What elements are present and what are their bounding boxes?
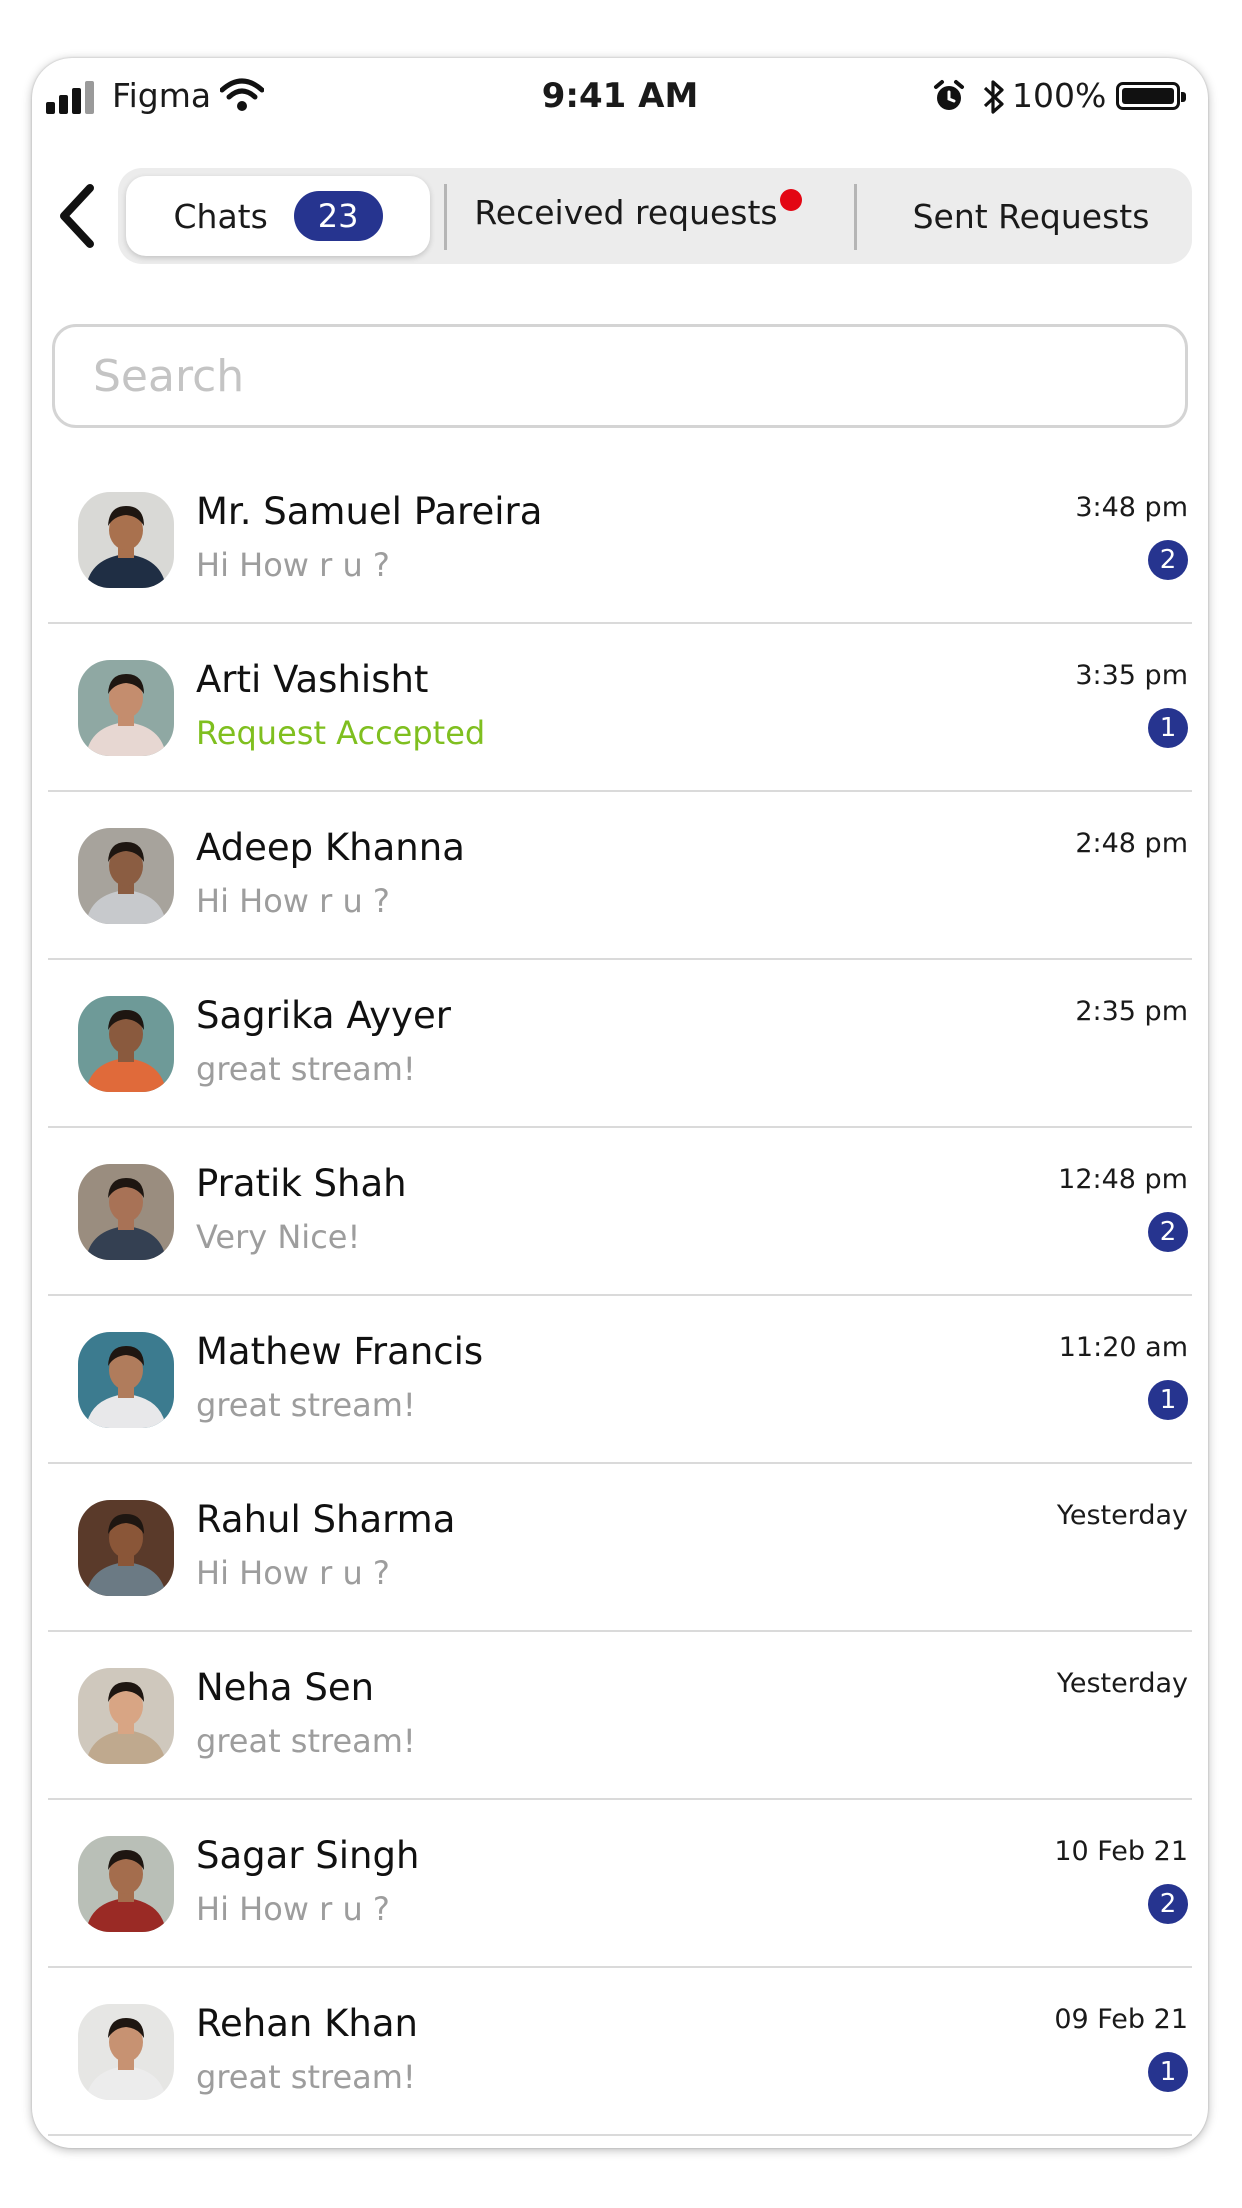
contact-name: Sagrika Ayyer: [196, 994, 451, 1037]
last-message: Request Accepted: [196, 714, 486, 752]
chat-row[interactable]: Rehan Khan great stream! 09 Feb 21 1: [48, 1968, 1192, 2136]
tab-sent-label: Sent Requests: [912, 196, 1150, 236]
message-time: 12:48 pm: [1058, 1164, 1188, 1195]
avatar: [78, 492, 174, 588]
message-time: 11:20 am: [1058, 1332, 1188, 1363]
avatar: [78, 1668, 174, 1764]
notification-dot: [779, 189, 802, 211]
last-message: Very Nice!: [196, 1218, 361, 1256]
chats-count-badge: 23: [293, 191, 383, 241]
message-time: 2:48 pm: [1075, 828, 1188, 859]
tab-bar: Chats 23 Received requests Sent Requests: [118, 168, 1192, 264]
message-time: 09 Feb 21: [1054, 2004, 1188, 2035]
contact-name: Rahul Sharma: [196, 1498, 456, 1541]
avatar: [78, 1836, 174, 1932]
avatar: [78, 660, 174, 756]
message-time: 3:35 pm: [1075, 660, 1188, 691]
message-time: 3:48 pm: [1075, 492, 1188, 523]
avatar: [78, 2004, 174, 2100]
chat-row[interactable]: Pratik Shah Very Nice! 12:48 pm 2: [48, 1128, 1192, 1296]
contact-name: Rehan Khan: [196, 2002, 418, 2045]
unread-count-badge: 2: [1148, 1884, 1188, 1924]
battery-icon: [1116, 82, 1186, 110]
bluetooth-icon: [983, 80, 1004, 114]
unread-count-badge: 1: [1148, 1380, 1188, 1420]
search-box: [52, 324, 1188, 428]
message-time: 10 Feb 21: [1054, 1836, 1188, 1867]
search-input[interactable]: [55, 327, 1185, 425]
chat-row[interactable]: Mathew Francis great stream! 11:20 am 1: [48, 1296, 1192, 1464]
last-message: great stream!: [196, 1050, 416, 1088]
last-message: Hi How r u ?: [196, 546, 390, 584]
chat-list: Mr. Samuel Pareira Hi How r u ? 3:48 pm …: [48, 456, 1192, 2136]
contact-name: Neha Sen: [196, 1666, 375, 1709]
unread-count-badge: 1: [1148, 2052, 1188, 2092]
message-time: Yesterday: [1056, 1668, 1188, 1699]
chat-row[interactable]: Arti Vashisht Request Accepted 3:35 pm 1: [48, 624, 1192, 792]
tab-received-label: Received requests: [474, 192, 778, 232]
last-message: Hi How r u ?: [196, 1554, 390, 1592]
contact-name: Sagar Singh: [196, 1834, 420, 1877]
avatar: [78, 1500, 174, 1596]
contact-name: Mathew Francis: [196, 1330, 484, 1373]
tab-chats-label: Chats: [173, 196, 268, 236]
chat-row[interactable]: Sagrika Ayyer great stream! 2:35 pm: [48, 960, 1192, 1128]
chat-row[interactable]: Mr. Samuel Pareira Hi How r u ? 3:48 pm …: [48, 456, 1192, 624]
last-message: great stream!: [196, 1722, 416, 1760]
unread-count-badge: 2: [1148, 1212, 1188, 1252]
avatar: [78, 828, 174, 924]
message-time: 2:35 pm: [1075, 996, 1188, 1027]
tab-chats[interactable]: Chats 23: [126, 176, 430, 256]
battery-percent: 100%: [1012, 76, 1107, 115]
last-message: Hi How r u ?: [196, 1890, 390, 1928]
contact-name: Mr. Samuel Pareira: [196, 490, 543, 533]
back-button[interactable]: [50, 176, 106, 256]
tab-sent-requests[interactable]: Sent Requests: [870, 168, 1192, 264]
chat-row[interactable]: Adeep Khanna Hi How r u ? 2:48 pm: [48, 792, 1192, 960]
message-time: Yesterday: [1056, 1500, 1188, 1531]
contact-name: Adeep Khanna: [196, 826, 465, 869]
last-message: great stream!: [196, 1386, 416, 1424]
chevron-left-icon: [60, 184, 94, 248]
contact-name: Pratik Shah: [196, 1162, 407, 1205]
alarm-clock-icon: [934, 80, 964, 110]
tab-received-requests[interactable]: Received requests: [440, 164, 836, 260]
last-message: great stream!: [196, 2058, 416, 2096]
unread-count-badge: 1: [1148, 708, 1188, 748]
last-message: Hi How r u ?: [196, 882, 390, 920]
chat-row[interactable]: Rahul Sharma Hi How r u ? Yesterday: [48, 1464, 1192, 1632]
unread-count-badge: 2: [1148, 540, 1188, 580]
status-bar: Figma 9:41 AM 100%: [32, 58, 1208, 138]
avatar: [78, 1164, 174, 1260]
avatar: [78, 1332, 174, 1428]
tab-divider: [854, 184, 857, 250]
phone-screen: Figma 9:41 AM 100% Chats 23 Received req…: [32, 58, 1208, 2148]
avatar: [78, 996, 174, 1092]
contact-name: Arti Vashisht: [196, 658, 429, 701]
chat-row[interactable]: Sagar Singh Hi How r u ? 10 Feb 21 2: [48, 1800, 1192, 1968]
chat-row[interactable]: Neha Sen great stream! Yesterday: [48, 1632, 1192, 1800]
